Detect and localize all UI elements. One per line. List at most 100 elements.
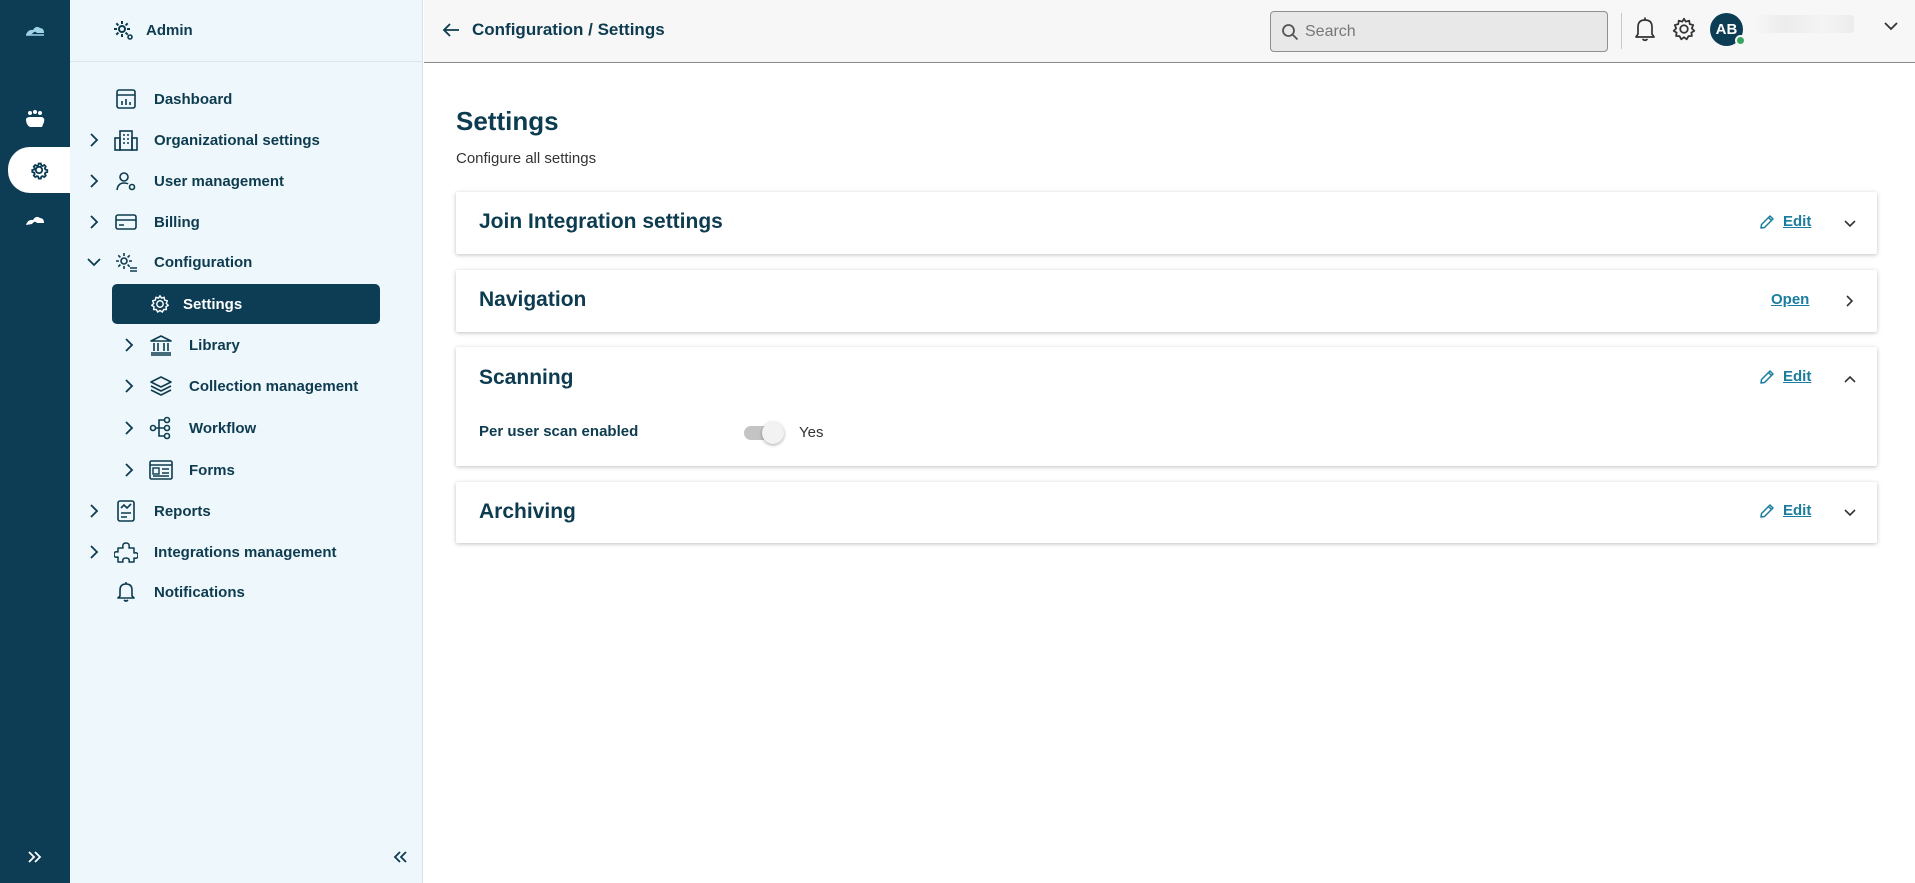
card-scanning: Scanning Edit Per user scan enabled Yes — [456, 347, 1877, 466]
card-title: Navigation — [479, 288, 587, 311]
pencil-icon — [1759, 214, 1775, 230]
edit-link[interactable]: Edit — [1783, 502, 1811, 519]
admin-sidebar: Admin Dashboard Organizational settings … — [70, 0, 423, 883]
card-archiving: Archiving Edit — [456, 482, 1877, 543]
chevron-down-icon[interactable] — [1882, 17, 1900, 35]
search-icon — [1281, 23, 1299, 41]
chevron-down-icon[interactable] — [1841, 215, 1859, 233]
bell-icon — [114, 580, 138, 604]
edit-link[interactable]: Edit — [1783, 368, 1811, 385]
sidebar-item-label: Reports — [154, 502, 211, 520]
per-user-scan-value: Yes — [799, 424, 824, 441]
card-icon — [114, 210, 138, 234]
app-logo-icon[interactable] — [20, 16, 50, 46]
sidebar-item-notifications[interactable]: Notifications — [70, 574, 423, 610]
chevron-right-icon[interactable] — [87, 545, 101, 559]
sidebar-item-label: Configuration — [154, 253, 253, 271]
sidebar-item-label: Billing — [154, 213, 200, 231]
sidebar-item-organizational-settings[interactable]: Organizational settings — [70, 122, 423, 158]
edit-button[interactable]: Edit — [1759, 502, 1811, 519]
online-status-badge — [1735, 35, 1746, 46]
toolbar-divider — [1621, 13, 1622, 49]
settings-gear-icon[interactable] — [1669, 14, 1699, 44]
back-arrow-icon[interactable] — [440, 19, 462, 41]
chevron-right-icon[interactable] — [87, 133, 101, 147]
puzzle-icon — [114, 540, 138, 564]
card-title: Join Integration settings — [479, 210, 723, 233]
sidebar-item-library[interactable]: Library — [70, 327, 423, 363]
breadcrumb: Configuration / Settings — [472, 20, 665, 39]
sidebar-item-label: Dashboard — [154, 90, 233, 108]
chevron-down-icon[interactable] — [87, 255, 101, 269]
sidebar-item-label: Forms — [189, 461, 235, 479]
open-button[interactable]: Open — [1771, 291, 1809, 308]
pencil-icon — [1759, 369, 1775, 385]
sidebar-title: Admin — [146, 22, 193, 39]
user-name-redacted[interactable] — [1754, 15, 1854, 33]
form-icon — [149, 458, 173, 482]
sidebar-item-collection-management[interactable]: Collection management — [70, 368, 423, 404]
page-title: Settings — [456, 106, 559, 136]
sidebar-item-workflow[interactable]: Workflow — [70, 410, 423, 446]
sidebar-item-label: Settings — [183, 295, 243, 313]
sidebar-item-user-management[interactable]: User management — [70, 163, 423, 199]
sidebar-item-dashboard[interactable]: Dashboard — [70, 81, 423, 117]
sidebar-item-configuration[interactable]: Configuration — [70, 244, 423, 280]
chevron-right-icon[interactable] — [122, 421, 136, 435]
sidebar-item-settings[interactable]: Settings — [112, 284, 380, 324]
user-gear-icon — [114, 169, 138, 193]
bank-icon — [149, 333, 173, 357]
sidebar-item-label: Integrations management — [154, 543, 337, 561]
pencil-icon — [1759, 503, 1775, 519]
double-chevron-right-icon[interactable] — [20, 842, 50, 872]
chevron-right-icon[interactable] — [122, 379, 136, 393]
chevron-down-icon[interactable] — [1841, 504, 1859, 522]
chevron-right-icon[interactable] — [87, 174, 101, 188]
sidebar-item-integrations-management[interactable]: Integrations management — [70, 534, 423, 570]
search-box[interactable] — [1270, 11, 1608, 52]
rail-settings-gear-icon[interactable] — [8, 147, 70, 193]
page-subtitle: Configure all settings — [456, 150, 597, 167]
double-chevron-left-icon[interactable] — [388, 845, 412, 869]
sidebar-header: Admin — [70, 0, 422, 62]
edit-button[interactable]: Edit — [1759, 213, 1811, 230]
sidebar-item-label: Collection management — [189, 377, 359, 395]
chevron-up-icon[interactable] — [1841, 370, 1859, 388]
workflow-icon — [149, 416, 173, 440]
dashboard-icon — [114, 87, 138, 111]
edit-link[interactable]: Edit — [1783, 213, 1811, 230]
report-icon — [114, 499, 138, 523]
gear-icon — [148, 292, 172, 316]
layers-icon — [149, 374, 173, 398]
card-join-integration-settings: Join Integration settings Edit — [456, 192, 1877, 254]
search-input[interactable] — [1305, 12, 1601, 51]
chevron-right-icon[interactable] — [122, 463, 136, 477]
toggle-knob — [762, 422, 784, 444]
sidebar-item-label: Workflow — [189, 419, 257, 437]
edit-button[interactable]: Edit — [1759, 368, 1811, 385]
sidebar-item-label: Notifications — [154, 583, 245, 601]
chevron-right-icon[interactable] — [122, 338, 136, 352]
top-bar: Configuration / Settings AB — [424, 0, 1915, 63]
sidebar-item-forms[interactable]: Forms — [70, 452, 423, 488]
chevron-right-icon[interactable] — [1841, 292, 1859, 310]
rail-hands-icon[interactable] — [0, 96, 70, 142]
sidebar-item-label: User management — [154, 172, 285, 190]
sidebar-item-label: Organizational settings — [154, 131, 320, 149]
admin-gear-icon — [114, 20, 133, 40]
sidebar-item-billing[interactable]: Billing — [70, 204, 423, 240]
sidebar-item-label: Library — [189, 336, 240, 354]
open-link[interactable]: Open — [1771, 291, 1809, 308]
rail-cloud-icon[interactable] — [0, 198, 70, 244]
per-user-scan-label: Per user scan enabled — [479, 423, 639, 440]
chevron-right-icon[interactable] — [87, 504, 101, 518]
card-title: Archiving — [479, 500, 576, 523]
config-icon — [114, 250, 138, 274]
card-title: Scanning — [479, 366, 574, 389]
chevron-right-icon[interactable] — [87, 215, 101, 229]
sidebar-item-reports[interactable]: Reports — [70, 493, 423, 529]
notifications-bell-icon[interactable] — [1630, 14, 1660, 44]
app-rail — [0, 0, 70, 883]
building-icon — [114, 128, 138, 152]
per-user-scan-toggle[interactable] — [744, 421, 786, 444]
